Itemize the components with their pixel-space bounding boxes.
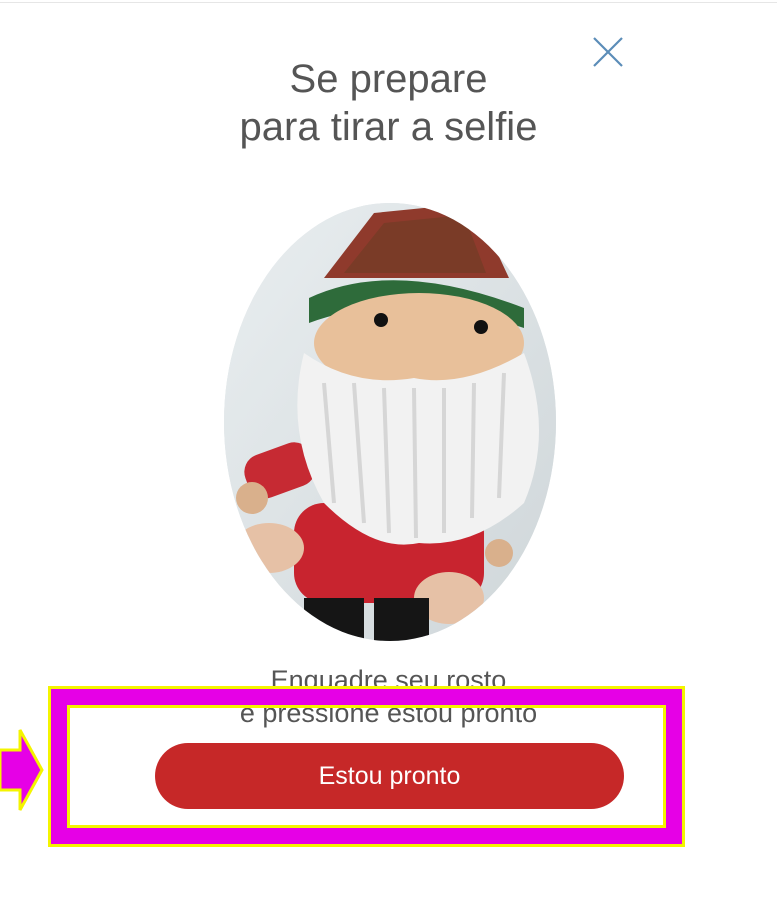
ready-button[interactable]: Estou pronto <box>155 743 624 809</box>
arrow-right-icon <box>0 729 44 811</box>
title-line-2: para tirar a selfie <box>239 105 538 149</box>
gnome-doll-image <box>224 203 556 641</box>
selfie-example-photo <box>224 203 556 641</box>
selfie-prep-screen: Se prepare para tirar a selfie Enquadre … <box>0 0 777 903</box>
title-line-1: Se prepare <box>289 57 488 101</box>
page-title: Se prepare para tirar a selfie <box>0 55 777 151</box>
top-divider <box>0 2 777 3</box>
